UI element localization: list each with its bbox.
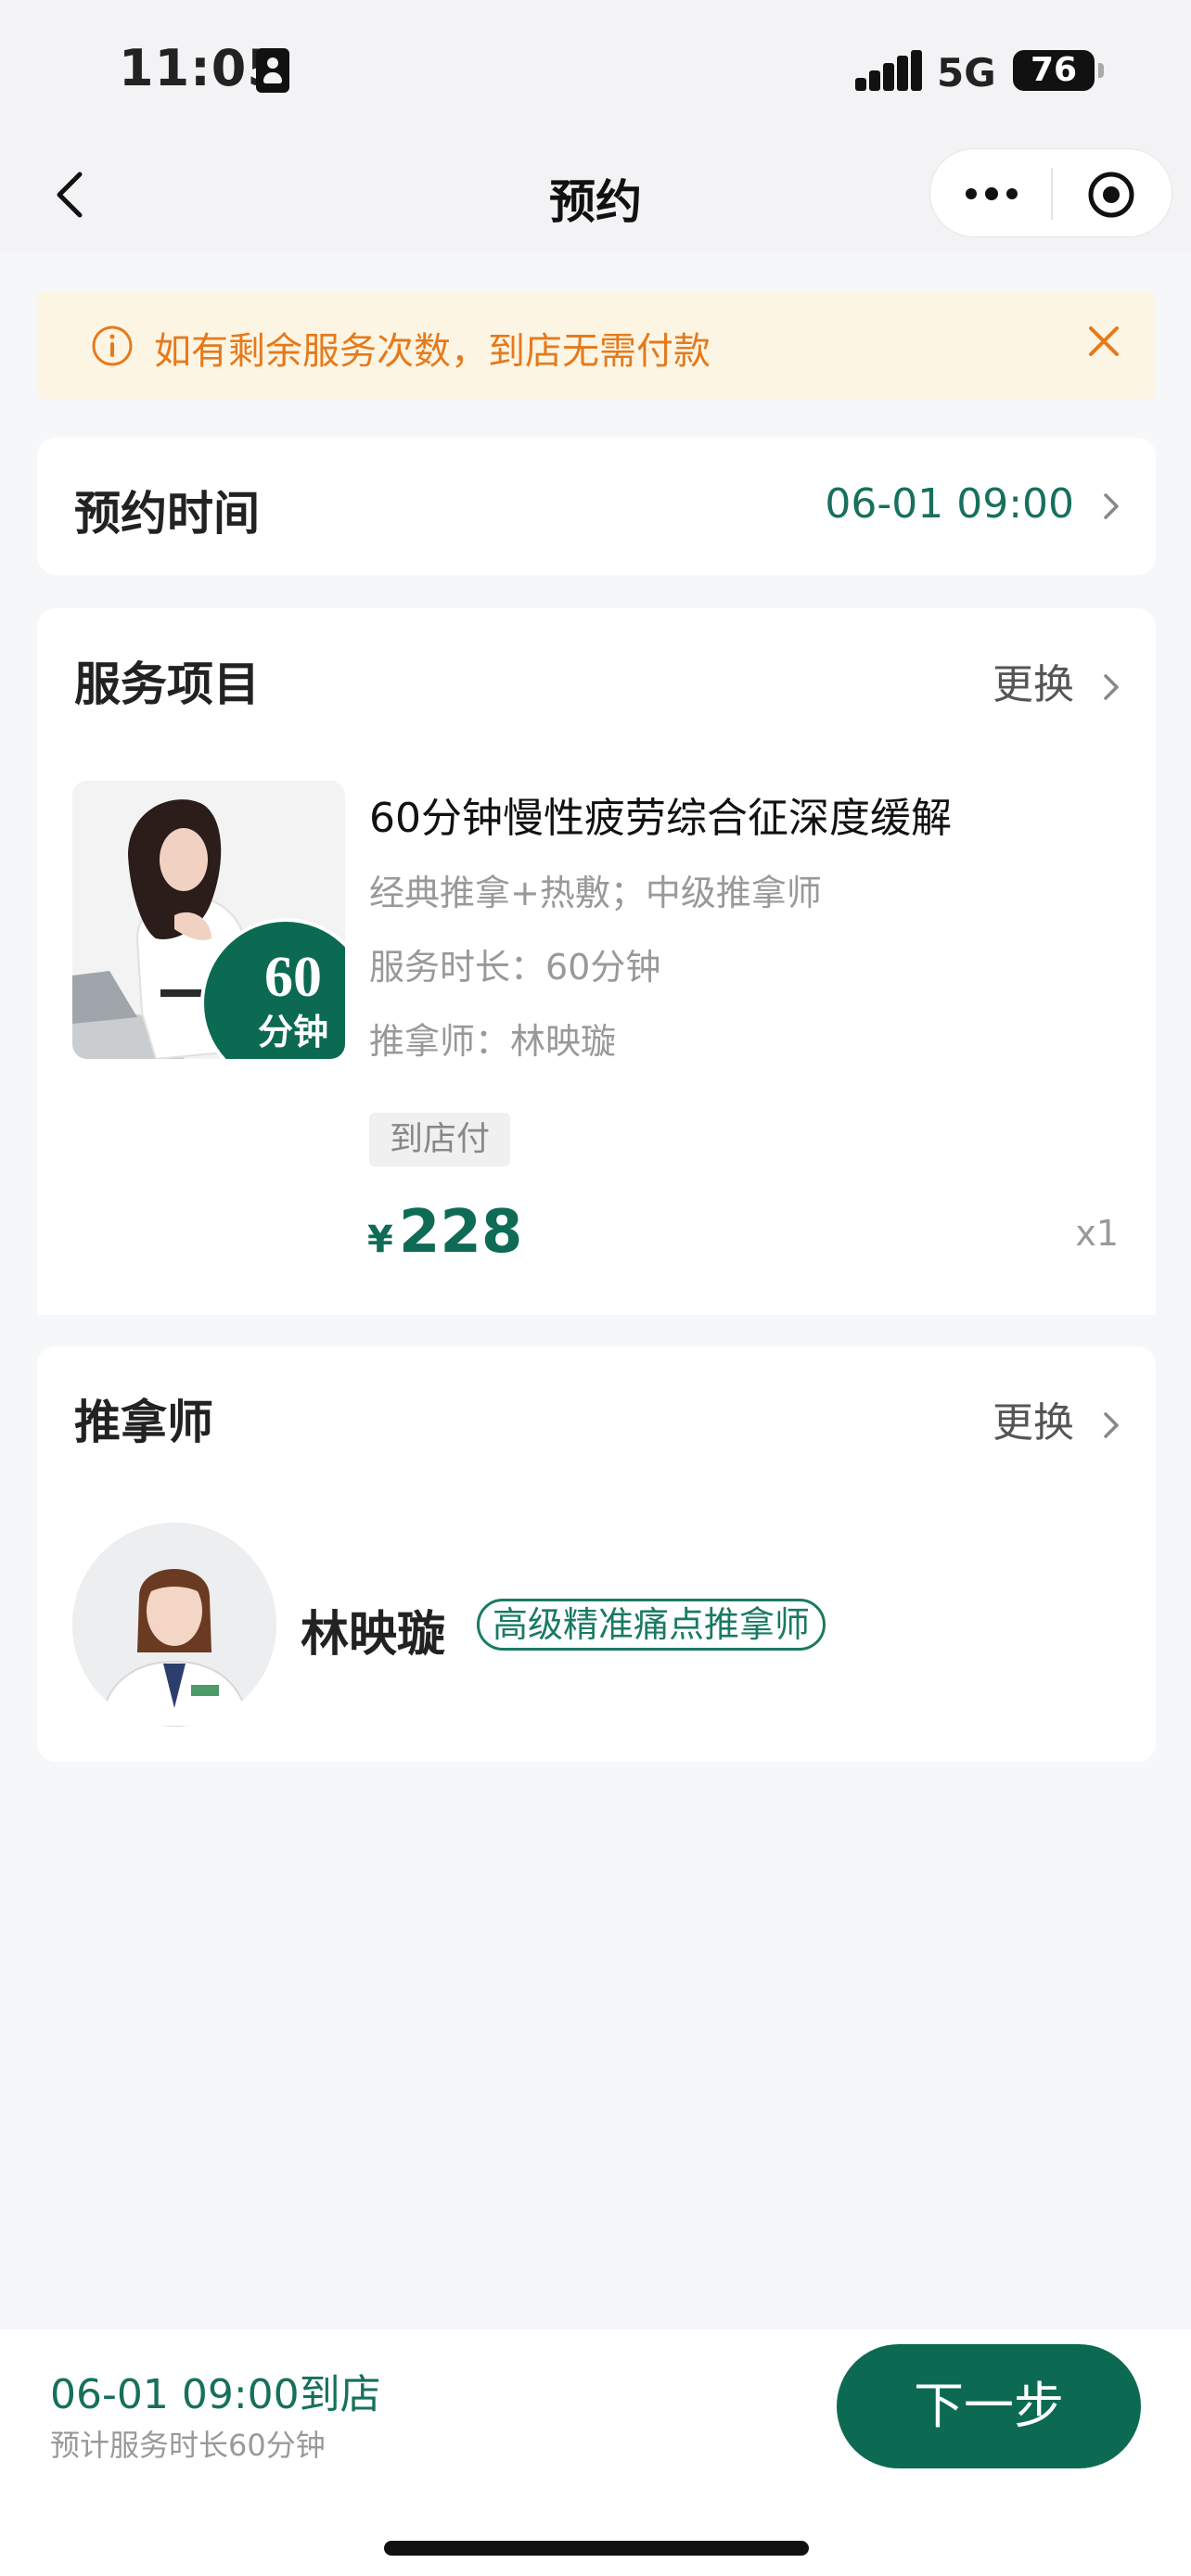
pay-at-store-tag: 到店付 (369, 1113, 510, 1167)
close-icon[interactable] (1082, 319, 1126, 363)
duration-badge-unit: 分钟 (258, 1011, 328, 1052)
duration-badge-number: 60 (264, 946, 322, 1009)
nav-bar: 预约 (0, 139, 1191, 252)
change-service-label: 更换 (992, 661, 1074, 708)
chevron-right-icon (1104, 1412, 1119, 1438)
service-description: 经典推拿+热敷；中级推拿师 (369, 873, 822, 913)
appointment-time-text: 06-01 09:00 (825, 480, 1074, 528)
battery-icon: 76 (1013, 50, 1104, 91)
contact-card-icon (256, 48, 289, 93)
service-image: 60 分钟 (72, 781, 345, 1059)
service-quantity: x1 (1075, 1213, 1119, 1254)
chevron-right-icon (1104, 674, 1119, 700)
chevron-right-icon (1104, 493, 1119, 519)
change-therapist-label: 更换 (992, 1399, 1074, 1447)
info-icon (92, 325, 133, 366)
appointment-time-value: 06-01 09:00 (825, 480, 1122, 528)
bottom-action-bar: 06-01 09:00到店 预计服务时长60分钟 下一步 (0, 2329, 1191, 2576)
service-name: 60分钟慢性疲劳综合征深度缓解 (369, 795, 952, 842)
notice-banner: 如有剩余服务次数，到店无需付款 (37, 291, 1156, 399)
arrival-time: 06-01 09:00到店 (50, 2371, 381, 2418)
booking-page: 11:05 5G 76 预约 如有剩余服务次数，到店无需付款 预约时间 06-0… (0, 0, 1191, 2576)
service-duration: 服务时长：60分钟 (369, 947, 661, 988)
appointment-time-row[interactable]: 预约时间 06-01 09:00 (37, 438, 1156, 575)
service-price: ¥228 (367, 1198, 522, 1267)
therapist-section-title: 推拿师 (74, 1396, 213, 1449)
capsule-divider (1051, 168, 1053, 220)
appointment-time-label: 预约时间 (74, 487, 260, 541)
more-icon[interactable] (964, 183, 1019, 205)
home-indicator (384, 2541, 809, 2556)
service-section-title: 服务项目 (74, 657, 260, 711)
therapist-card: 推拿师 更换 林映璇 高级精准痛点推拿师 (37, 1346, 1156, 1762)
change-service-button[interactable]: 更换 (992, 651, 1122, 710)
currency-symbol: ¥ (367, 1218, 393, 1261)
next-step-button[interactable]: 下一步 (837, 2344, 1141, 2468)
estimated-duration: 预计服务时长60分钟 (50, 2428, 326, 2463)
signal-icon (855, 50, 922, 91)
therapist-title-badge: 高级精准痛点推拿师 (477, 1599, 826, 1651)
therapist-name: 林映璇 (301, 1607, 446, 1663)
close-miniprogram-icon[interactable] (1086, 170, 1136, 220)
service-therapist: 推拿师：林映璇 (369, 1021, 617, 1062)
service-card: 服务项目 更换 60 分钟 60分钟慢性疲劳综合征深度缓解 经典推拿+热敷；中级… (37, 608, 1156, 1315)
therapist-avatar (72, 1523, 276, 1727)
change-therapist-button[interactable]: 更换 (992, 1389, 1122, 1448)
status-bar: 11:05 5G 76 (0, 0, 1191, 139)
price-value: 228 (398, 1198, 523, 1267)
notice-text: 如有剩余服务次数，到店无需付款 (154, 330, 711, 373)
network-type: 5G (937, 50, 996, 96)
mini-program-capsule (929, 148, 1172, 237)
